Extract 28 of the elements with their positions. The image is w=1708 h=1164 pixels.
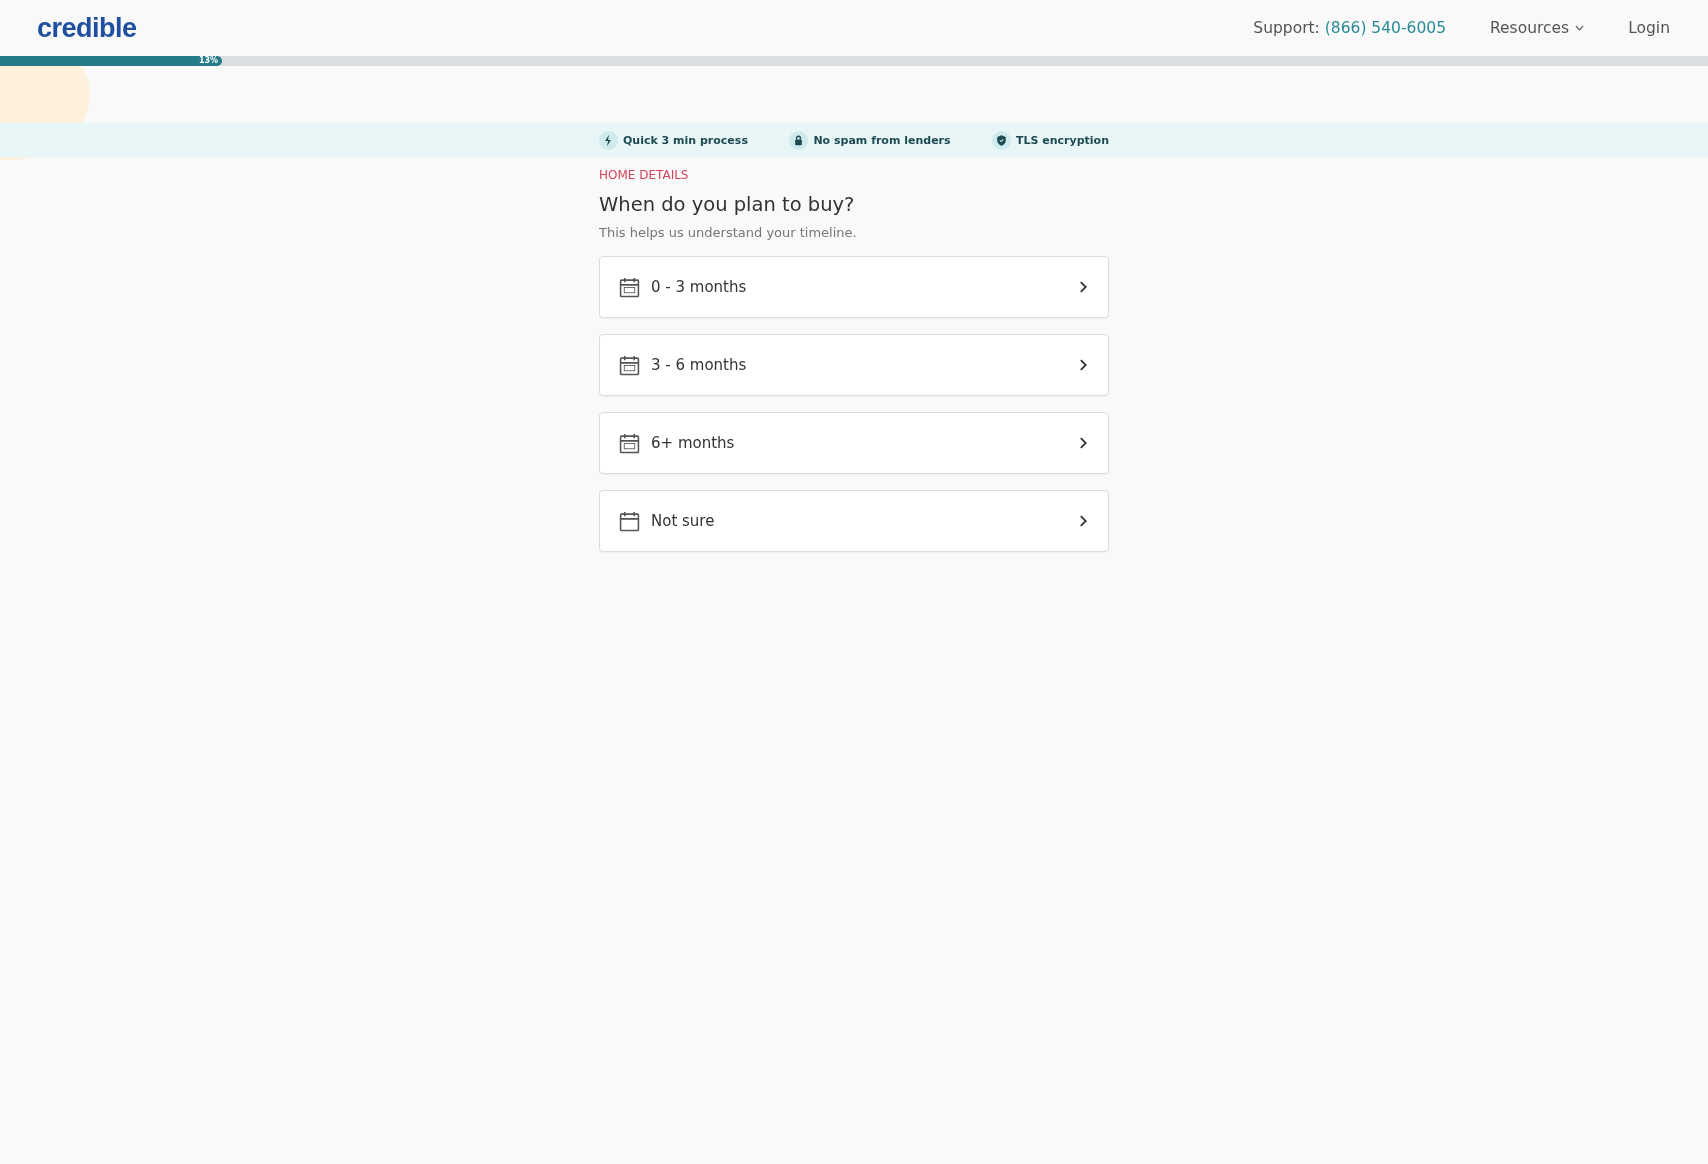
shield-icon xyxy=(992,130,1012,150)
section-label: HOME DETAILS xyxy=(599,168,690,182)
resources-menu[interactable]: Resources xyxy=(1490,19,1585,37)
question-hint: This helps us understand your timeline. xyxy=(599,225,858,240)
calendar-icon xyxy=(619,276,640,298)
trust-text: No spam from lenders xyxy=(813,133,951,147)
chevron-right-icon xyxy=(1079,436,1088,450)
question-heading: When do you plan to buy? xyxy=(599,193,856,216)
phone-link[interactable]: (866) 540-6005 xyxy=(1324,19,1446,37)
option-button[interactable]: 6+ months xyxy=(599,412,1109,474)
support-label: Support: xyxy=(1253,19,1320,37)
caret-icon xyxy=(1575,25,1585,31)
bolt-icon xyxy=(599,130,618,150)
option-button[interactable]: 3 - 6 months xyxy=(599,334,1109,396)
chevron-right-icon xyxy=(1079,358,1088,372)
option-button[interactable]: 0 - 3 months xyxy=(599,256,1109,318)
calendar-icon xyxy=(619,510,640,532)
lock-icon xyxy=(789,130,809,150)
option-button[interactable]: Not sure xyxy=(599,490,1109,552)
progress-label: 13% xyxy=(198,56,219,66)
logo[interactable]: credible xyxy=(37,12,137,44)
trust-text: TLS encryption xyxy=(1016,133,1109,147)
chevron-right-icon xyxy=(1079,280,1088,294)
calendar-icon xyxy=(619,432,640,454)
login-link[interactable]: Login xyxy=(1628,19,1670,37)
calendar-icon xyxy=(619,354,640,376)
trust-text: Quick 3 min process xyxy=(623,133,748,147)
chevron-right-icon xyxy=(1079,514,1088,528)
